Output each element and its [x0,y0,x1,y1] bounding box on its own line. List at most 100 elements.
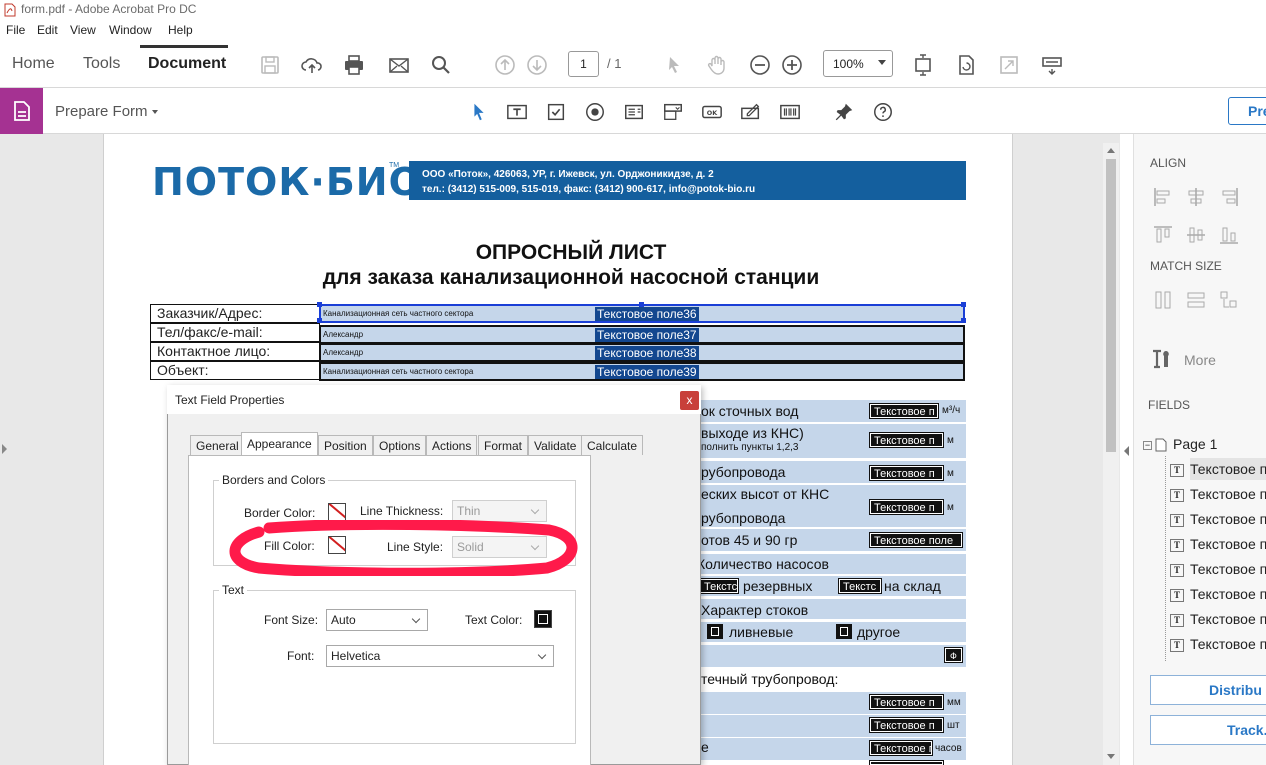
match-height-icon[interactable] [1185,289,1207,311]
more-button[interactable]: More [1184,352,1216,368]
scroll-up-icon[interactable] [1107,148,1115,153]
checkbox-field[interactable] [707,624,723,639]
form-field[interactable]: Текстовое п [869,432,944,448]
form-field[interactable]: Ф [944,647,963,663]
tab-validate[interactable]: Validate [528,435,583,455]
prepare-form-icon[interactable] [0,88,43,134]
dropdown-tool-icon[interactable] [661,100,685,124]
field-list-item[interactable]: T Текстовое п [1170,611,1266,633]
email-icon[interactable] [386,52,412,78]
tab-position[interactable]: Position [318,435,373,455]
tab-format[interactable]: Format [478,435,529,455]
field-list-item[interactable]: T Текстовое п [1170,511,1266,533]
field-list-item[interactable]: T Текстовое п [1170,586,1266,608]
hand-tool-icon[interactable] [704,52,730,78]
scrollbar-thumb[interactable] [1106,159,1116,452]
collapse-arrow-icon[interactable] [1124,446,1129,456]
match-width-icon[interactable] [1152,289,1174,311]
field-list-item[interactable]: T Текстовое п [1170,636,1266,658]
tab-options[interactable]: Options [373,435,427,455]
tab-tools[interactable]: Tools [83,55,120,73]
select-arrow-icon[interactable] [661,52,687,78]
resize-handle[interactable] [639,302,644,307]
tab-actions[interactable]: Actions [426,435,478,455]
checkbox-tool-icon[interactable] [544,100,568,124]
radio-button-tool-icon[interactable] [583,100,607,124]
form-field[interactable]: Текстовое п [869,499,944,515]
align-top-icon[interactable] [1152,224,1174,246]
select-object-icon[interactable] [467,100,491,124]
form-field[interactable]: Текстс [838,578,882,594]
menu-edit[interactable]: Edit [37,23,58,37]
keyboard-tools-icon[interactable] [1039,52,1065,78]
checkbox-field[interactable] [836,624,852,639]
next-page-icon[interactable] [524,52,550,78]
font-size-select[interactable]: Auto [326,609,428,631]
form-field[interactable]: Текстовое п [869,465,944,481]
field-list-item[interactable]: T Текстовое п [1170,536,1266,558]
font-select[interactable]: Helvetica [326,645,554,667]
page-number-input[interactable]: 1 [568,51,599,77]
form-field-object[interactable]: Канализационная сеть частного сектора Те… [319,362,965,381]
fit-page-icon[interactable] [910,52,936,78]
form-field-phone[interactable]: Александр Текстовое поле37 [319,325,965,344]
expand-left-pane-icon[interactable] [2,444,7,454]
rotate-page-icon[interactable] [953,52,979,78]
resize-handle[interactable] [961,318,966,323]
tab-document[interactable]: Document [148,55,226,73]
barcode-tool-icon[interactable] [778,100,802,124]
collapse-toggle-icon[interactable]: − [1143,440,1152,450]
scroll-down-icon[interactable] [1107,754,1115,759]
save-icon[interactable] [257,52,283,78]
help-icon[interactable] [871,100,895,124]
align-right-icon[interactable] [1218,186,1240,208]
print-icon[interactable] [341,52,367,78]
align-bottom-icon[interactable] [1218,224,1240,246]
prepare-button[interactable]: Pre [1228,97,1266,125]
vertical-scrollbar[interactable] [1103,143,1119,765]
fill-color-picker[interactable] [328,536,346,554]
signature-tool-icon[interactable] [739,100,763,124]
distribute-button[interactable]: Distribu [1150,675,1266,705]
menu-file[interactable]: File [6,23,25,37]
form-field-contact[interactable]: Александр Текстовое поле38 [319,343,965,362]
form-field[interactable] [869,760,944,765]
align-center-icon[interactable] [1185,186,1207,208]
resize-handle[interactable] [317,318,322,323]
field-list-item[interactable]: T Текстовое п [1170,561,1266,583]
button-tool-icon[interactable]: OK [700,100,724,124]
list-box-tool-icon[interactable] [622,100,646,124]
form-field[interactable]: Текстовое п [869,740,933,756]
form-field[interactable]: Текстовое п [869,717,944,733]
zoom-select[interactable]: 100% [823,50,893,77]
menu-help[interactable]: Help [168,23,193,37]
tab-appearance[interactable]: Appearance [241,432,318,456]
tools-wrench-icon[interactable] [1150,348,1172,370]
previous-page-icon[interactable] [492,52,518,78]
track-button[interactable]: Track. [1150,715,1266,745]
menu-view[interactable]: View [70,23,96,37]
text-color-picker[interactable] [534,610,552,628]
pin-icon[interactable] [832,100,856,124]
resize-handle[interactable] [961,302,966,307]
text-field-tool-icon[interactable] [505,100,529,124]
panel-collapse-strip[interactable] [1120,134,1134,765]
menu-window[interactable]: Window [109,23,152,37]
form-field[interactable]: Текстовое поле [869,532,963,548]
tab-home[interactable]: Home [12,55,55,73]
tab-calculate[interactable]: Calculate [581,435,644,455]
align-left-icon[interactable] [1152,186,1174,208]
prepare-form-menu[interactable]: Prepare Form [55,103,158,120]
field-list-item[interactable]: T Текстовое п [1170,486,1266,508]
tab-general[interactable]: General [190,435,245,455]
form-field[interactable]: Текстовое п [869,694,944,710]
zoom-in-icon[interactable] [779,52,805,78]
zoom-out-icon[interactable] [747,52,773,78]
form-field[interactable]: Текстс [699,578,739,594]
line-thickness-select[interactable]: Thin [452,500,547,522]
tree-page-1[interactable]: − Page 1 [1143,436,1217,458]
form-field[interactable]: Текстовое п [869,403,939,419]
match-both-icon[interactable] [1218,289,1240,311]
cloud-upload-icon[interactable] [299,52,325,78]
full-screen-icon[interactable] [996,52,1022,78]
